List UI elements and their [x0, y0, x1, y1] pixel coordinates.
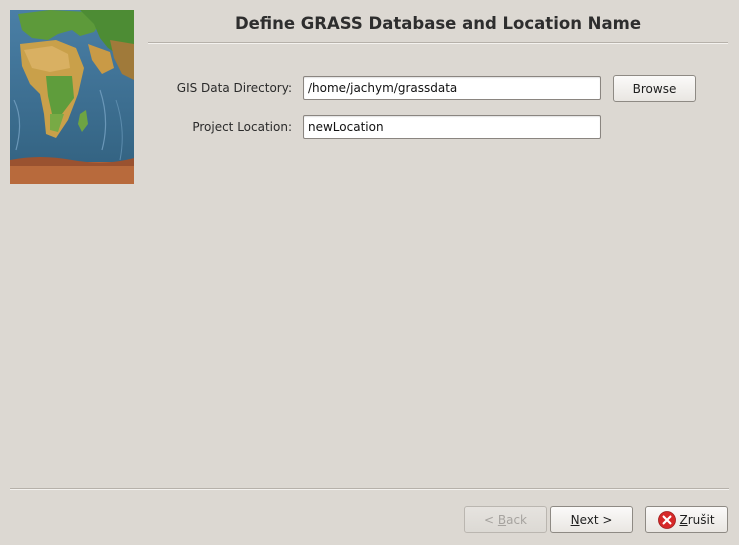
- cancel-icon: [658, 510, 677, 529]
- project-location-label: Project Location:: [192, 120, 292, 134]
- cancel-button-label: Zrušit: [679, 512, 715, 527]
- back-button-label: < Back: [483, 512, 527, 527]
- cancel-button[interactable]: Zrušit: [645, 506, 728, 533]
- browse-button-label: Browse: [632, 81, 677, 96]
- footer-separator: [10, 488, 729, 490]
- project-location-input[interactable]: [303, 115, 601, 139]
- world-map-image: [10, 10, 134, 184]
- browse-button[interactable]: Browse: [613, 75, 696, 102]
- title-separator: [148, 42, 728, 44]
- gis-data-directory-input[interactable]: [303, 76, 601, 100]
- back-button[interactable]: < Back: [464, 506, 547, 533]
- gis-data-directory-label: GIS Data Directory:: [176, 81, 292, 95]
- next-button[interactable]: Next >: [550, 506, 633, 533]
- next-button-label: Next >: [570, 512, 613, 527]
- page-title: Define GRASS Database and Location Name: [234, 14, 642, 33]
